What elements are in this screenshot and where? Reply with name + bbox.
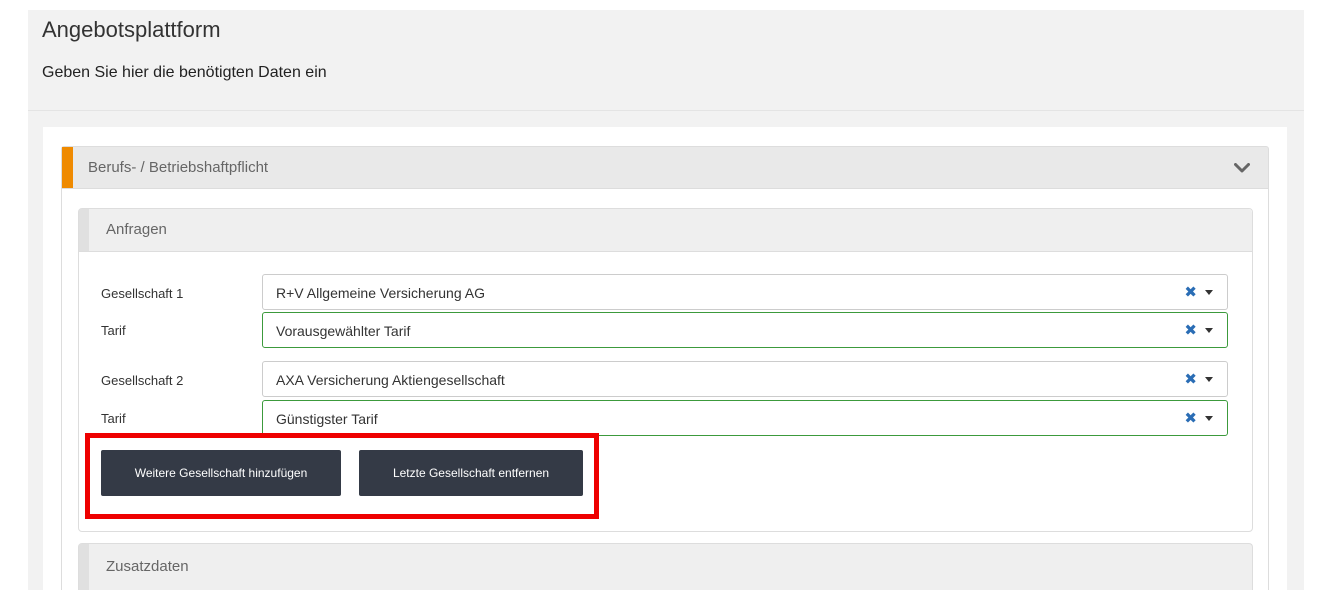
anfragen-header: Anfragen: [79, 209, 1252, 252]
select-value: Günstigster Tarif: [276, 411, 378, 427]
anfragen-title: Anfragen: [106, 221, 167, 238]
panel-accent: [62, 147, 73, 188]
page-title: Angebotsplattform: [42, 17, 221, 42]
anfragen-accent: [79, 209, 89, 251]
header-divider: [28, 110, 1304, 111]
caret-down-icon[interactable]: [1205, 416, 1213, 421]
select-tarif-1[interactable]: Vorausgewählter Tarif ✖: [262, 312, 1228, 348]
panel-title: Berufs- / Betriebshaftpflicht: [88, 159, 269, 176]
page-subtitle: Geben Sie hier die benötigten Daten ein: [42, 64, 327, 81]
select-tarif-2[interactable]: Günstigster Tarif ✖: [262, 400, 1228, 436]
select-gesellschaft-1[interactable]: R+V Allgemeine Versicherung AG ✖: [262, 274, 1228, 310]
caret-down-icon[interactable]: [1205, 290, 1213, 295]
clear-icon[interactable]: ✖: [1184, 370, 1197, 388]
zusatzdaten-title: Zusatzdaten: [106, 558, 189, 575]
highlight-box: [85, 433, 599, 519]
select-value: AXA Versicherung Aktiengesellschaft: [276, 372, 505, 388]
select-gesellschaft-2[interactable]: AXA Versicherung Aktiengesellschaft ✖: [262, 361, 1228, 397]
clear-icon[interactable]: ✖: [1184, 283, 1197, 301]
panel-header-haftpflicht[interactable]: Berufs- / Betriebshaftpflicht: [61, 146, 1269, 189]
caret-down-icon[interactable]: [1205, 377, 1213, 382]
label-tarif-2: Tarif: [101, 411, 126, 426]
label-gesellschaft-2: Gesellschaft 2: [101, 373, 184, 388]
clear-icon[interactable]: ✖: [1184, 321, 1197, 339]
zusatzdaten-accent: [79, 544, 89, 590]
caret-down-icon[interactable]: [1205, 328, 1213, 333]
label-tarif-1: Tarif: [101, 323, 126, 338]
select-value: R+V Allgemeine Versicherung AG: [276, 285, 485, 301]
zusatzdaten-panel[interactable]: Zusatzdaten: [78, 543, 1253, 590]
select-value: Vorausgewählter Tarif: [276, 323, 411, 339]
label-gesellschaft-1: Gesellschaft 1: [101, 286, 184, 301]
chevron-down-icon[interactable]: [1234, 163, 1250, 173]
clear-icon[interactable]: ✖: [1184, 409, 1197, 427]
